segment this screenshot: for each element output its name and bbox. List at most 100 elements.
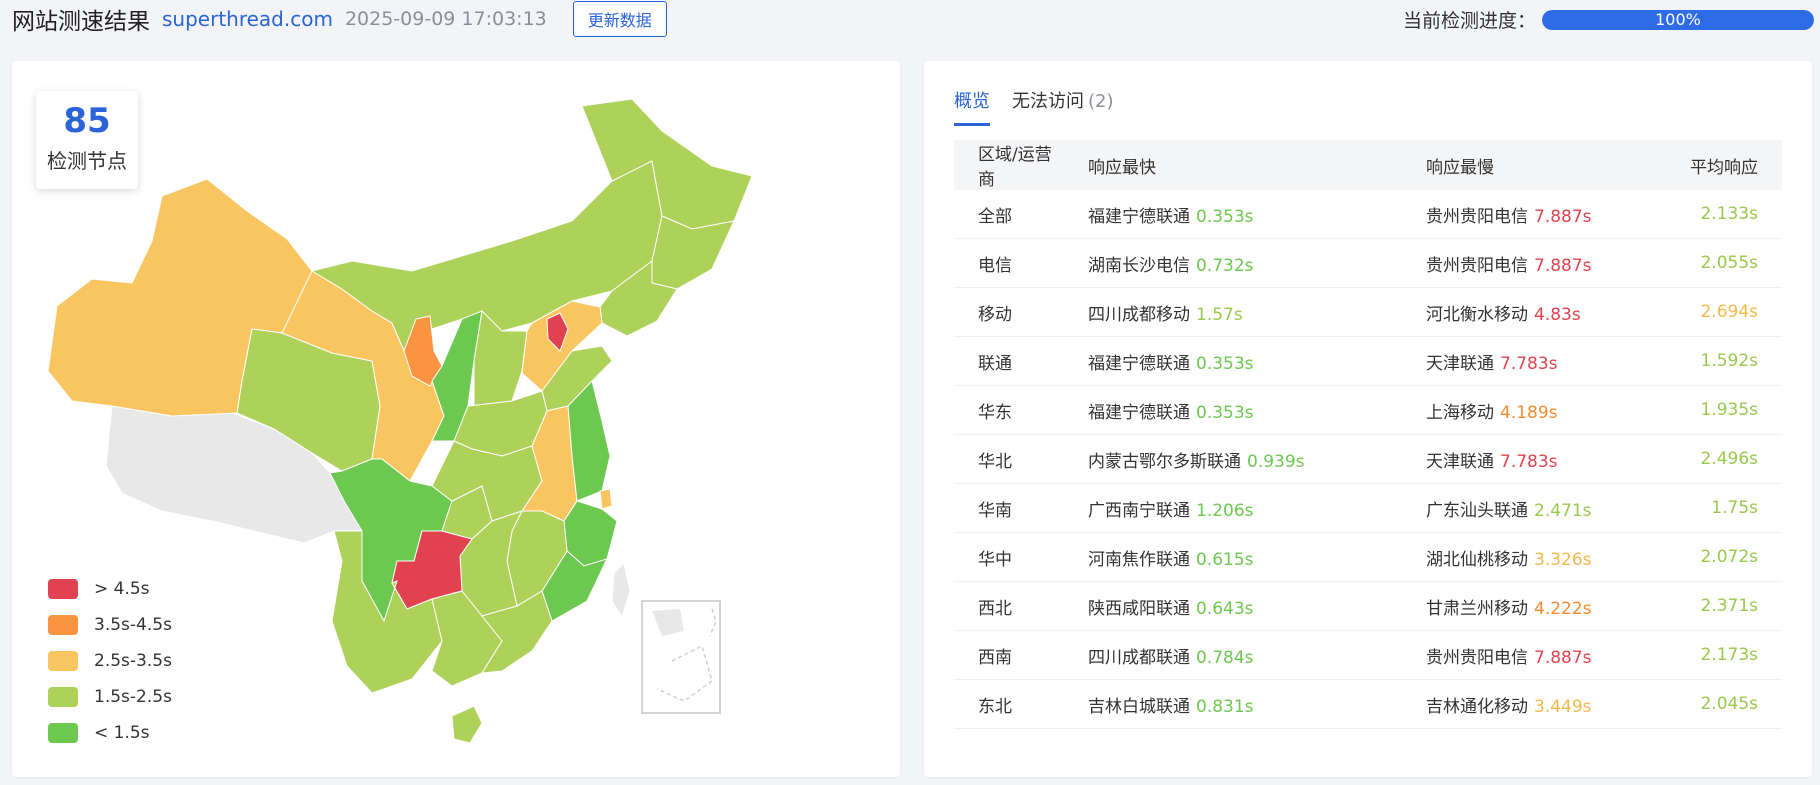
- slowest-node-name: 贵州贵阳电信: [1426, 647, 1528, 668]
- results-panel: 概览 无法访问 (2) 区域/运营商 响应最快 响应最慢 平均响应 全部 福建宁德联…: [924, 61, 1812, 777]
- row-average: 2.371s: [1618, 581, 1782, 631]
- fastest-time: 0.732s: [1196, 255, 1254, 276]
- legend-item[interactable]: 1.5s-2.5s: [48, 679, 172, 715]
- table-row: 电信 湖南长沙电信 0.732s 贵州贵阳电信 7.887s 2.055s: [954, 238, 1782, 288]
- row-fastest: 内蒙古鄂尔多斯联通 0.939s: [1064, 434, 1402, 484]
- row-fastest: 广西南宁联通 1.206s: [1064, 483, 1402, 533]
- row-average: 2.045s: [1618, 679, 1782, 729]
- table-row: 西北 陕西咸阳联通 0.643s 甘肃兰州移动 4.222s 2.371s: [954, 581, 1782, 631]
- map-region-hainan[interactable]: [451, 705, 483, 744]
- map-region-taiwan[interactable]: [611, 561, 631, 619]
- fastest-time: 0.784s: [1196, 647, 1254, 668]
- fastest-node-name: 内蒙古鄂尔多斯联通: [1088, 451, 1241, 472]
- fastest-time: 0.831s: [1196, 696, 1254, 717]
- slowest-node-name: 吉林通化移动: [1426, 696, 1528, 717]
- map-legend: > 4.5s 3.5s-4.5s 2.5s-3.5s 1.5s-2.5s < 1.5s: [48, 571, 172, 751]
- row-average: 2.133s: [1618, 190, 1782, 239]
- refresh-data-button[interactable]: 更新数据: [572, 1, 667, 37]
- progress-bar: 100%: [1542, 9, 1814, 30]
- map-panel: 85 检测节点 > 4.5s 3.5s-4.5s 2.5s-3.5s 1.5s-2.5…: [12, 61, 900, 777]
- legend-label: 2.5s-3.5s: [94, 651, 172, 671]
- row-average: 2.173s: [1618, 630, 1782, 680]
- fastest-time: 0.643s: [1196, 598, 1254, 619]
- row-average: 1.75s: [1618, 483, 1782, 533]
- node-count-badge: 85 检测节点: [36, 91, 138, 189]
- row-region: 西南: [954, 630, 1064, 680]
- row-fastest: 四川成都联通 0.784s: [1064, 630, 1402, 680]
- slowest-node-name: 湖北仙桃移动: [1426, 549, 1528, 570]
- row-average: 2.694s: [1618, 287, 1782, 337]
- row-region: 华南: [954, 483, 1064, 533]
- map-region-shanghai[interactable]: [599, 488, 613, 510]
- fastest-time: 0.353s: [1196, 353, 1254, 374]
- column-header-region: 区域/运营商: [954, 140, 1064, 190]
- tab-unreachable-count: (2): [1088, 91, 1114, 112]
- south-china-sea-inset: [641, 600, 721, 714]
- row-region: 东北: [954, 679, 1064, 729]
- results-table: 区域/运营商 响应最快 响应最慢 平均响应 全部 福建宁德联通 0.353s 贵州贵阳…: [954, 140, 1782, 729]
- table-row: 华南 广西南宁联通 1.206s 广东汕头联通 2.471s 1.75s: [954, 483, 1782, 533]
- slowest-node-name: 广东汕头联通: [1426, 500, 1528, 521]
- table-row: 全部 福建宁德联通 0.353s 贵州贵阳电信 7.887s 2.133s: [954, 190, 1782, 239]
- row-fastest: 陕西咸阳联通 0.643s: [1064, 581, 1402, 631]
- fastest-node-name: 福建宁德联通: [1088, 402, 1190, 423]
- fastest-node-name: 陕西咸阳联通: [1088, 598, 1190, 619]
- table-row: 东北 吉林白城联通 0.831s 吉林通化移动 3.449s 2.045s: [954, 679, 1782, 729]
- row-slowest: 广东汕头联通 2.471s: [1402, 483, 1618, 533]
- slowest-node-name: 上海移动: [1426, 402, 1494, 423]
- fastest-node-name: 四川成都联通: [1088, 647, 1190, 668]
- fastest-node-name: 四川成都移动: [1088, 304, 1190, 325]
- slowest-time: 7.887s: [1534, 255, 1592, 276]
- table-row: 移动 四川成都移动 1.57s 河北衡水移动 4.83s 2.694s: [954, 287, 1782, 337]
- legend-item[interactable]: 2.5s-3.5s: [48, 643, 172, 679]
- slowest-node-name: 天津联通: [1426, 353, 1494, 374]
- fastest-node-name: 吉林白城联通: [1088, 696, 1190, 717]
- legend-item[interactable]: < 1.5s: [48, 715, 172, 751]
- row-average: 2.496s: [1618, 434, 1782, 484]
- tab-unreachable[interactable]: 无法访问 (2): [1012, 81, 1114, 126]
- column-header-average: 平均响应: [1618, 140, 1782, 190]
- row-fastest: 福建宁德联通 0.353s: [1064, 336, 1402, 386]
- slowest-time: 4.189s: [1500, 402, 1558, 423]
- row-slowest: 上海移动 4.189s: [1402, 385, 1618, 435]
- legend-swatch: [48, 651, 78, 671]
- progress-text: 100%: [1655, 9, 1701, 29]
- legend-item[interactable]: 3.5s-4.5s: [48, 607, 172, 643]
- legend-swatch: [48, 615, 78, 635]
- tested-domain-link[interactable]: superthread.com: [162, 7, 333, 31]
- table-row: 联通 福建宁德联通 0.353s 天津联通 7.783s 1.592s: [954, 336, 1782, 386]
- fastest-time: 1.57s: [1196, 304, 1243, 325]
- node-count: 85: [63, 101, 111, 141]
- fastest-node-name: 广西南宁联通: [1088, 500, 1190, 521]
- row-slowest: 贵州贵阳电信 7.887s: [1402, 190, 1618, 239]
- slowest-time: 4.83s: [1534, 304, 1581, 325]
- fastest-time: 0.353s: [1196, 402, 1254, 423]
- fastest-time: 1.206s: [1196, 500, 1254, 521]
- slowest-time: 3.449s: [1534, 696, 1592, 717]
- row-slowest: 河北衡水移动 4.83s: [1402, 287, 1618, 337]
- row-slowest: 天津联通 7.783s: [1402, 336, 1618, 386]
- tab-overview[interactable]: 概览: [954, 81, 990, 126]
- row-average: 1.935s: [1618, 385, 1782, 435]
- row-fastest: 湖南长沙电信 0.732s: [1064, 238, 1402, 288]
- fastest-time: 0.939s: [1247, 451, 1305, 472]
- row-slowest: 天津联通 7.783s: [1402, 434, 1618, 484]
- page-title: 网站测速结果: [12, 9, 150, 35]
- table-row: 华北 内蒙古鄂尔多斯联通 0.939s 天津联通 7.783s 2.496s: [954, 434, 1782, 484]
- slowest-time: 7.783s: [1500, 451, 1558, 472]
- fastest-node-name: 福建宁德联通: [1088, 206, 1190, 227]
- slowest-node-name: 河北衡水移动: [1426, 304, 1528, 325]
- legend-item[interactable]: > 4.5s: [48, 571, 172, 607]
- column-header-fastest: 响应最快: [1064, 140, 1402, 190]
- test-timestamp: 2025-09-09 17:03:13: [344, 8, 547, 30]
- slowest-time: 7.783s: [1500, 353, 1558, 374]
- row-slowest: 贵州贵阳电信 7.887s: [1402, 630, 1618, 680]
- legend-label: > 4.5s: [94, 579, 150, 599]
- row-fastest: 福建宁德联通 0.353s: [1064, 385, 1402, 435]
- fastest-node-name: 福建宁德联通: [1088, 353, 1190, 374]
- table-row: 西南 四川成都联通 0.784s 贵州贵阳电信 7.887s 2.173s: [954, 630, 1782, 680]
- legend-swatch: [48, 687, 78, 707]
- row-slowest: 吉林通化移动 3.449s: [1402, 679, 1618, 729]
- slowest-node-name: 天津联通: [1426, 451, 1494, 472]
- slowest-node-name: 贵州贵阳电信: [1426, 255, 1528, 276]
